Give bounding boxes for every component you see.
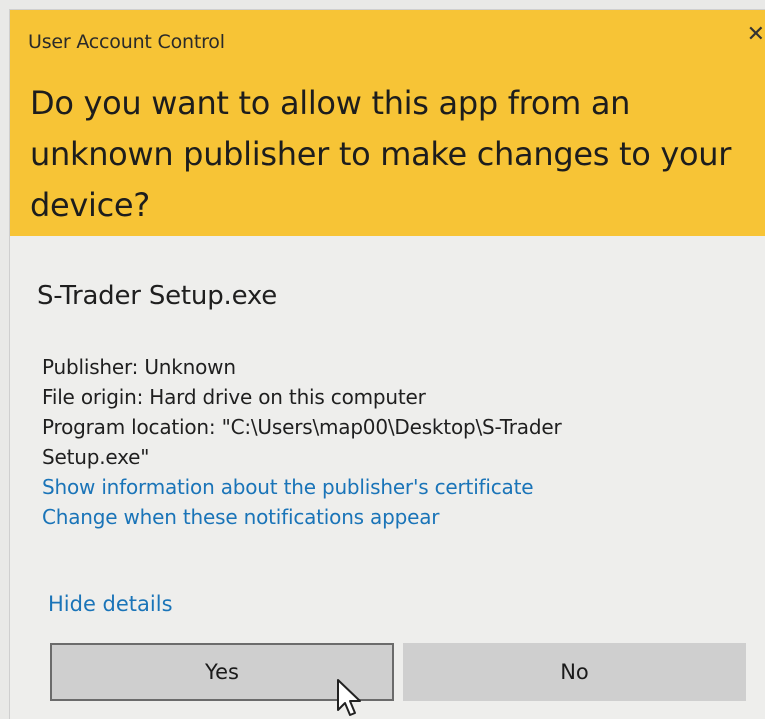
dialog-body: S-Trader Setup.exe Publisher: Unknown Fi… xyxy=(10,236,765,719)
file-origin-text: File origin: Hard drive on this computer xyxy=(42,385,426,409)
details-section: Publisher: Unknown File origin: Hard dri… xyxy=(42,352,742,532)
mouse-pointer-icon xyxy=(337,679,361,716)
close-icon[interactable]: ✕ xyxy=(743,18,765,52)
program-location-text-cont: Setup.exe" xyxy=(42,445,150,469)
program-location-text: Program location: "C:\Users\map00\Deskto… xyxy=(42,415,562,439)
app-name: S-Trader Setup.exe xyxy=(37,281,278,311)
notifications-link[interactable]: Change when these notifications appear xyxy=(42,502,742,532)
publisher-text: Publisher: Unknown xyxy=(42,355,236,379)
no-button[interactable]: No xyxy=(403,643,746,701)
dialog-header: User Account Control ✕ Do you want to al… xyxy=(10,10,765,236)
certificate-link[interactable]: Show information about the publisher's c… xyxy=(42,472,742,502)
dialog-question: Do you want to allow this app from an un… xyxy=(30,84,732,224)
hide-details-link[interactable]: Hide details xyxy=(48,592,173,616)
uac-dialog: User Account Control ✕ Do you want to al… xyxy=(10,10,765,719)
window-title: User Account Control xyxy=(28,31,225,53)
